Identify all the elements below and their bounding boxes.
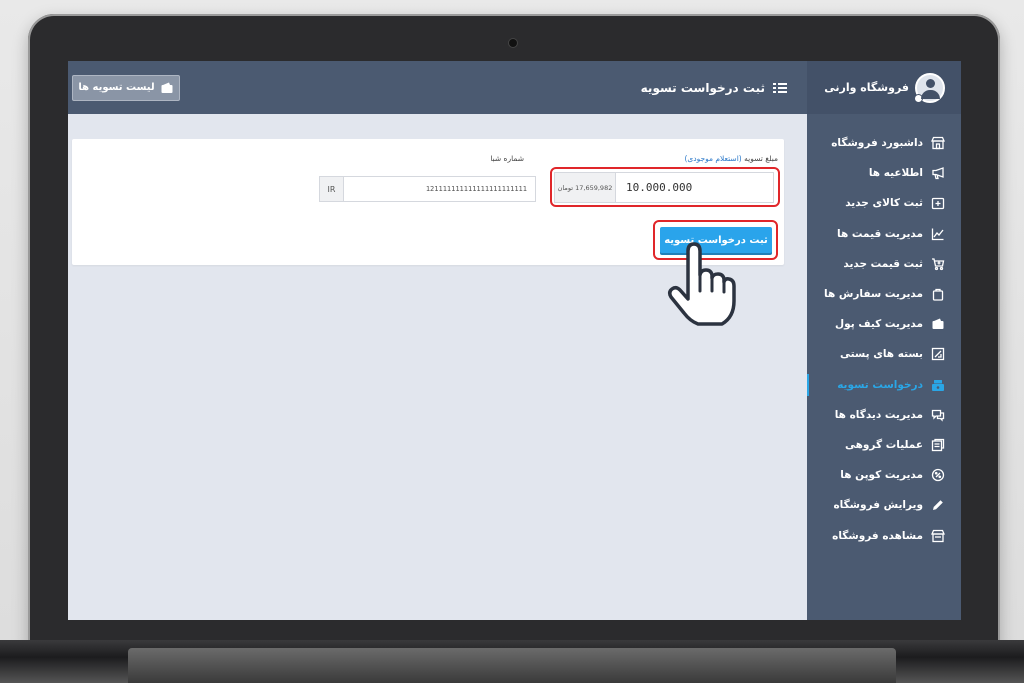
sidebar-item-label: مدیریت کوپن ها: [840, 469, 923, 482]
pencil-icon: [931, 498, 945, 512]
iban-label: شماره شبا: [490, 154, 524, 163]
amount-label: مبلغ تسویه (استعلام موجودی): [684, 154, 778, 163]
cart-plus-icon: [931, 257, 945, 271]
settlement-list-button[interactable]: لیست تسویه ها: [72, 74, 180, 101]
megaphone-icon: [931, 166, 945, 180]
sidebar-item-announcements[interactable]: اطلاعیه ها: [807, 158, 961, 188]
sidebar-item-label: مدیریت دیدگاه ها: [834, 408, 923, 421]
bulk-operations-icon: [931, 438, 945, 452]
add-product-icon: [931, 196, 945, 210]
wallet-icon: [931, 317, 945, 331]
package-icon: [931, 347, 945, 361]
sidebar-item-dashboard[interactable]: داشبورد فروشگاه: [807, 128, 961, 158]
pointer-hand-icon: [667, 242, 736, 326]
amount-label-text: مبلغ تسویه: [744, 154, 778, 163]
sidebar-item-new-product[interactable]: ثبت کالای جدید: [807, 188, 961, 218]
coupon-icon: [931, 468, 945, 482]
sidebar-item-label: مدیریت قیمت ها: [837, 227, 923, 240]
sidebar-item-wallet[interactable]: مدیریت کیف پول: [807, 309, 961, 339]
sidebar-menu: داشبورد فروشگاه اطلاعیه ها ثبت کالای جدی…: [807, 114, 961, 551]
sidebar-item-label: مدیریت سفارش ها: [824, 288, 923, 301]
sidebar-item-bulk-operations[interactable]: عملیات گروهی: [807, 430, 961, 460]
storefront-icon: [931, 529, 945, 543]
avatar-status-dot: [914, 93, 923, 103]
iban-field-group: IR: [319, 176, 536, 202]
sidebar-item-label: داشبورد فروشگاه: [831, 137, 923, 150]
sidebar-item-label: عملیات گروهی: [844, 438, 923, 451]
wallet-icon: [160, 81, 174, 95]
sidebar-item-label: مدیریت کیف پول: [835, 318, 923, 331]
sidebar-item-orders[interactable]: مدیریت سفارش ها: [807, 279, 961, 309]
sidebar-item-coupons[interactable]: مدیریت کوپن ها: [807, 460, 961, 490]
page-title-text: ثبت درخواست تسویه: [640, 80, 765, 95]
shopping-bag-icon: [931, 287, 945, 301]
laptop-keyboard-edge: [128, 648, 896, 683]
comments-icon: [931, 408, 945, 422]
chart-line-icon: [931, 227, 945, 241]
cash-register-icon: [931, 378, 945, 392]
sidebar-item-label: مشاهده فروشگاه: [832, 529, 923, 542]
top-bar: ثبت درخواست تسویه لیست تسویه ها: [68, 61, 807, 114]
balance-inquiry-link[interactable]: (استعلام موجودی): [684, 154, 741, 163]
store-header[interactable]: فروشگاه وارنی: [807, 61, 961, 114]
sidebar-item-edit-store[interactable]: ویرایش فروشگاه: [807, 490, 961, 520]
sidebar: فروشگاه وارنی داشبورد فروشگاه اطلاعیه ها…: [807, 61, 961, 620]
avatar: [914, 72, 945, 103]
sidebar-item-settlement-request[interactable]: درخواست تسویه: [807, 370, 961, 400]
page-title: ثبت درخواست تسویه: [641, 81, 787, 95]
sidebar-item-label: درخواست تسویه: [837, 378, 923, 391]
sidebar-item-view-store[interactable]: مشاهده فروشگاه: [807, 520, 961, 550]
store-icon: [931, 136, 945, 150]
list-menu-icon[interactable]: [773, 81, 787, 95]
sidebar-item-comments[interactable]: مدیریت دیدگاه ها: [807, 400, 961, 430]
sidebar-item-price-management[interactable]: مدیریت قیمت ها: [807, 219, 961, 249]
sidebar-item-label: ثبت کالای جدید: [845, 197, 923, 210]
iban-prefix: IR: [320, 177, 344, 201]
sidebar-item-label: اطلاعیه ها: [868, 167, 923, 180]
iban-input[interactable]: [344, 177, 535, 201]
sidebar-item-label: ثبت قیمت جدید: [843, 257, 923, 270]
sidebar-item-label: بسته های پستی: [840, 348, 923, 361]
settlement-list-label: لیست تسویه ها: [78, 82, 155, 93]
screen: فروشگاه وارنی داشبورد فروشگاه اطلاعیه ها…: [68, 61, 961, 620]
webcam: [509, 39, 517, 47]
sidebar-item-label: ویرایش فروشگاه: [833, 499, 923, 512]
amount-highlight-box: [550, 167, 780, 207]
sidebar-item-new-price[interactable]: ثبت قیمت جدید: [807, 249, 961, 279]
store-name: فروشگاه وارنی: [824, 81, 909, 94]
sidebar-item-packages[interactable]: بسته های پستی: [807, 339, 961, 369]
